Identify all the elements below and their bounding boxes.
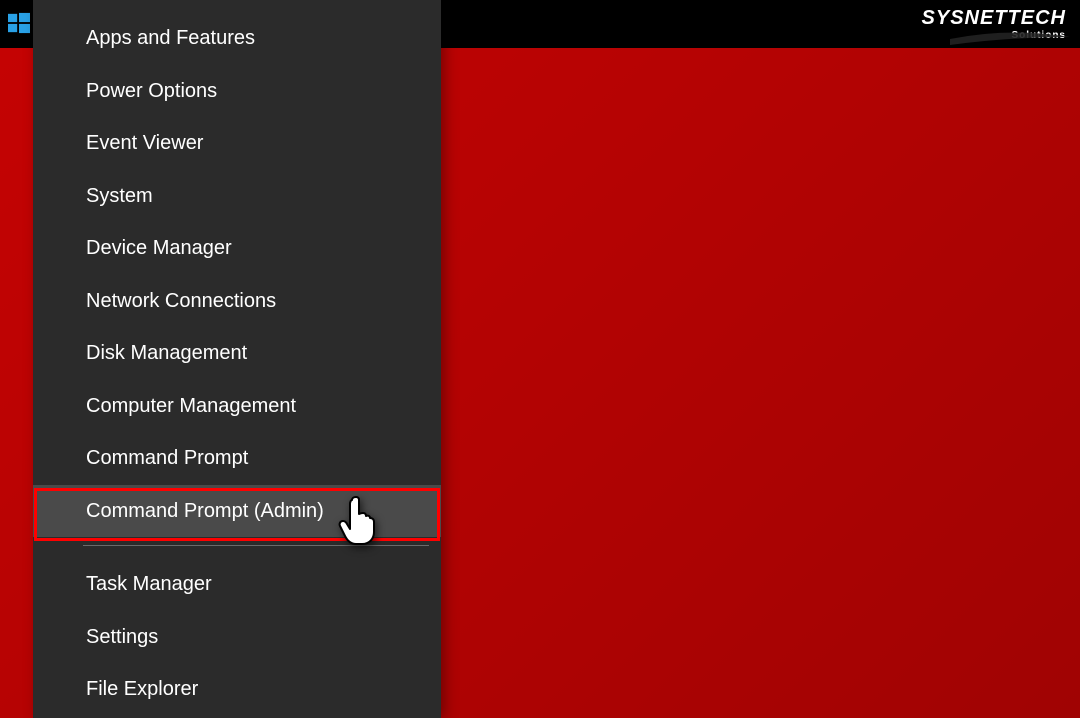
menu-item-label: Computer Management [86, 395, 296, 417]
menu-item-task-manager[interactable]: Task Manager [33, 558, 441, 611]
menu-item-settings[interactable]: Settings [33, 611, 441, 664]
menu-item-power-options[interactable]: Power Options [33, 65, 441, 118]
menu-item-label: Command Prompt (Admin) [86, 500, 324, 522]
menu-item-event-viewer[interactable]: Event Viewer [33, 117, 441, 170]
menu-item-label: Power Options [86, 80, 217, 102]
brand-tagline: Solutions [922, 30, 1066, 41]
menu-item-label: File Explorer [86, 678, 198, 700]
power-user-menu: Apps and Features Power Options Event Vi… [33, 0, 441, 718]
brand-name: SYSNETTECH [922, 8, 1066, 28]
menu-item-system[interactable]: System [33, 170, 441, 223]
menu-separator [83, 545, 429, 546]
menu-item-label: Apps and Features [86, 27, 255, 49]
brand-logo: SYSNETTECH Solutions [922, 8, 1066, 41]
menu-item-label: System [86, 185, 153, 207]
menu-item-file-explorer[interactable]: File Explorer [33, 663, 441, 716]
menu-item-label: Task Manager [86, 573, 212, 595]
menu-item-network-connections[interactable]: Network Connections [33, 275, 441, 328]
menu-item-label: Device Manager [86, 237, 232, 259]
menu-item-command-prompt-admin[interactable]: Command Prompt (Admin) [33, 485, 441, 538]
menu-item-label: Disk Management [86, 342, 247, 364]
menu-item-computer-management[interactable]: Computer Management [33, 380, 441, 433]
menu-item-label: Event Viewer [86, 132, 203, 154]
menu-item-label: Command Prompt [86, 447, 248, 469]
windows-start-icon[interactable] [8, 12, 30, 34]
menu-item-label: Settings [86, 626, 158, 648]
menu-item-apps-and-features[interactable]: Apps and Features [33, 12, 441, 65]
menu-item-label: Network Connections [86, 290, 276, 312]
menu-item-command-prompt[interactable]: Command Prompt [33, 432, 441, 485]
menu-item-device-manager[interactable]: Device Manager [33, 222, 441, 275]
menu-item-disk-management[interactable]: Disk Management [33, 327, 441, 380]
